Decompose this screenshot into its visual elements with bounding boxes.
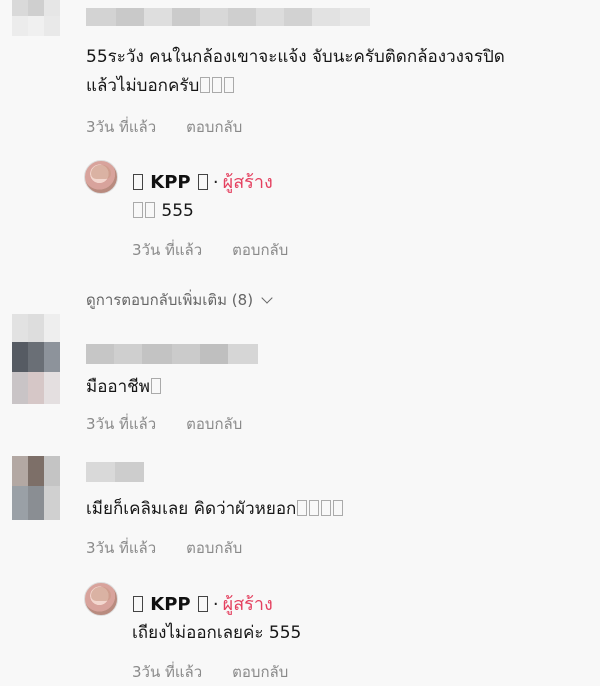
timestamp: 3วัน ที่แล้ว bbox=[86, 539, 157, 557]
creator-avatar[interactable] bbox=[84, 582, 118, 616]
view-more-replies-button[interactable]: ดูการตอบกลับเพิ่มเติม (8) bbox=[86, 288, 273, 312]
avatar[interactable] bbox=[12, 314, 60, 404]
reply-button[interactable]: ตอบกลับ bbox=[232, 241, 288, 259]
comment-meta: 3วัน ที่แล้ว ตอบกลับ bbox=[86, 412, 242, 436]
reply-text: 555 bbox=[132, 198, 194, 225]
comment-text: 55ระวัง คนในกล้องเขาจะแจ้ง จับนะครับติดก… bbox=[86, 47, 505, 67]
emoji-placeholder-icon bbox=[150, 378, 161, 394]
username-pixelated[interactable] bbox=[86, 344, 258, 364]
creator-badge: ผู้สร้าง bbox=[222, 594, 273, 615]
emoji-placeholder-icon bbox=[145, 202, 155, 218]
reply-button[interactable]: ตอบกลับ bbox=[232, 663, 288, 681]
emoji-placeholder-icon bbox=[212, 77, 223, 93]
emoji-placeholder-icon bbox=[333, 500, 344, 516]
avatar[interactable] bbox=[12, 456, 60, 520]
emoji-placeholder-icon bbox=[297, 500, 308, 516]
emoji-placeholder-icon bbox=[321, 500, 332, 516]
creator-name-line: KPP · ผู้สร้าง bbox=[132, 589, 273, 618]
avatar[interactable] bbox=[12, 0, 60, 56]
reply-button[interactable]: ตอบกลับ bbox=[186, 415, 242, 433]
reply-meta: 3วัน ที่แล้ว ตอบกลับ bbox=[132, 238, 288, 262]
timestamp: 3วัน ที่แล้ว bbox=[86, 415, 157, 433]
creator-name-line: KPP · ผู้สร้าง bbox=[132, 167, 273, 196]
emoji-placeholder-icon bbox=[133, 174, 143, 190]
emoji-placeholder-icon bbox=[200, 77, 211, 93]
emoji-placeholder-icon bbox=[197, 596, 208, 612]
emoji-placeholder-icon bbox=[224, 77, 235, 93]
emoji-placeholder-icon bbox=[309, 500, 320, 516]
reply-button[interactable]: ตอบกลับ bbox=[186, 539, 242, 557]
comment-meta: 3วัน ที่แล้ว ตอบกลับ bbox=[86, 115, 242, 139]
creator-badge: ผู้สร้าง bbox=[222, 172, 273, 193]
username-pixelated[interactable] bbox=[86, 8, 370, 26]
emoji-placeholder-icon bbox=[197, 174, 208, 190]
emoji-placeholder-icon bbox=[133, 596, 143, 612]
comment-text: เมียก็เคลิมเลย คิดว่าผัวหยอก bbox=[86, 496, 344, 523]
reply-meta: 3วัน ที่แล้ว ตอบกลับ bbox=[132, 660, 288, 684]
reply-button[interactable]: ตอบกลับ bbox=[186, 118, 242, 136]
timestamp: 3วัน ที่แล้ว bbox=[132, 241, 203, 259]
timestamp: 3วัน ที่แล้ว bbox=[132, 663, 203, 681]
comment-text: มืออาชีพ bbox=[86, 374, 162, 401]
chevron-down-icon bbox=[261, 292, 273, 304]
comment-text: แล้วไม่บอกครับ bbox=[86, 73, 235, 100]
reply-text: เถียงไม่ออกเลยค่ะ 555 bbox=[132, 623, 302, 643]
emoji-placeholder-icon bbox=[133, 202, 143, 218]
comment-meta: 3วัน ที่แล้ว ตอบกลับ bbox=[86, 536, 242, 560]
timestamp: 3วัน ที่แล้ว bbox=[86, 118, 157, 136]
creator-username[interactable]: KPP bbox=[150, 172, 190, 193]
creator-username[interactable]: KPP bbox=[150, 594, 190, 615]
creator-avatar[interactable] bbox=[84, 160, 118, 194]
username-pixelated[interactable] bbox=[86, 462, 144, 482]
